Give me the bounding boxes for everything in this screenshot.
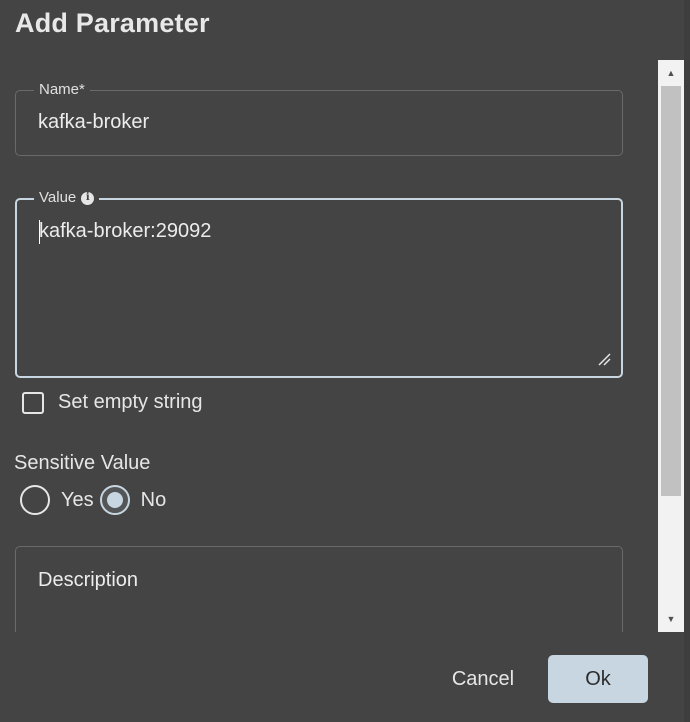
name-input[interactable]: kafka-broker [38,111,149,134]
sensitive-no-radio[interactable] [99,485,130,515]
scroll-up-arrow-icon[interactable]: ▲ [658,60,684,86]
text-caret [39,220,40,244]
value-textarea[interactable]: kafka-broker:29092 [39,220,211,243]
scrollbar-thumb[interactable] [661,86,681,496]
name-label-text: Name* [39,81,85,98]
dialog-title: Add Parameter [15,8,210,38]
description-field[interactable]: Description [15,546,623,632]
info-icon[interactable]: i [81,191,95,205]
scroll-down-arrow-icon[interactable]: ▼ [658,606,684,632]
sensitive-yes-radio[interactable] [20,485,50,515]
sensitive-no-label: No [140,488,167,511]
name-field[interactable]: Name* kafka-broker [15,81,623,156]
sensitive-value-radio-group: Yes No [20,485,166,515]
sensitive-value-label: Sensitive Value [14,452,151,474]
page-backdrop [684,0,690,722]
name-field-label: Name* [34,81,90,99]
description-placeholder: Description [38,569,139,591]
dialog-scrollbar[interactable]: ▲ ▼ [658,60,684,632]
sensitive-no-option[interactable]: No [99,485,167,515]
ok-button[interactable]: Ok [548,655,648,703]
resize-handle-icon[interactable] [597,352,611,366]
dialog-content: Name* kafka-broker Value i kafka-broker:… [0,60,658,632]
value-field[interactable]: Value i kafka-broker:29092 [15,189,623,378]
radio-selected-dot [106,492,123,508]
sensitive-yes-option[interactable]: Yes [20,485,94,515]
set-empty-string-checkbox[interactable] [22,391,44,414]
set-empty-string-option[interactable]: Set empty string [22,391,203,414]
set-empty-string-label: Set empty string [58,391,203,413]
add-parameter-dialog: Add Parameter Name* kafka-broker Value i… [0,0,684,722]
cancel-button[interactable]: Cancel [434,656,532,702]
value-label-text: Value [39,189,77,206]
value-field-label: Value i [34,189,100,207]
sensitive-yes-label: Yes [61,488,94,511]
